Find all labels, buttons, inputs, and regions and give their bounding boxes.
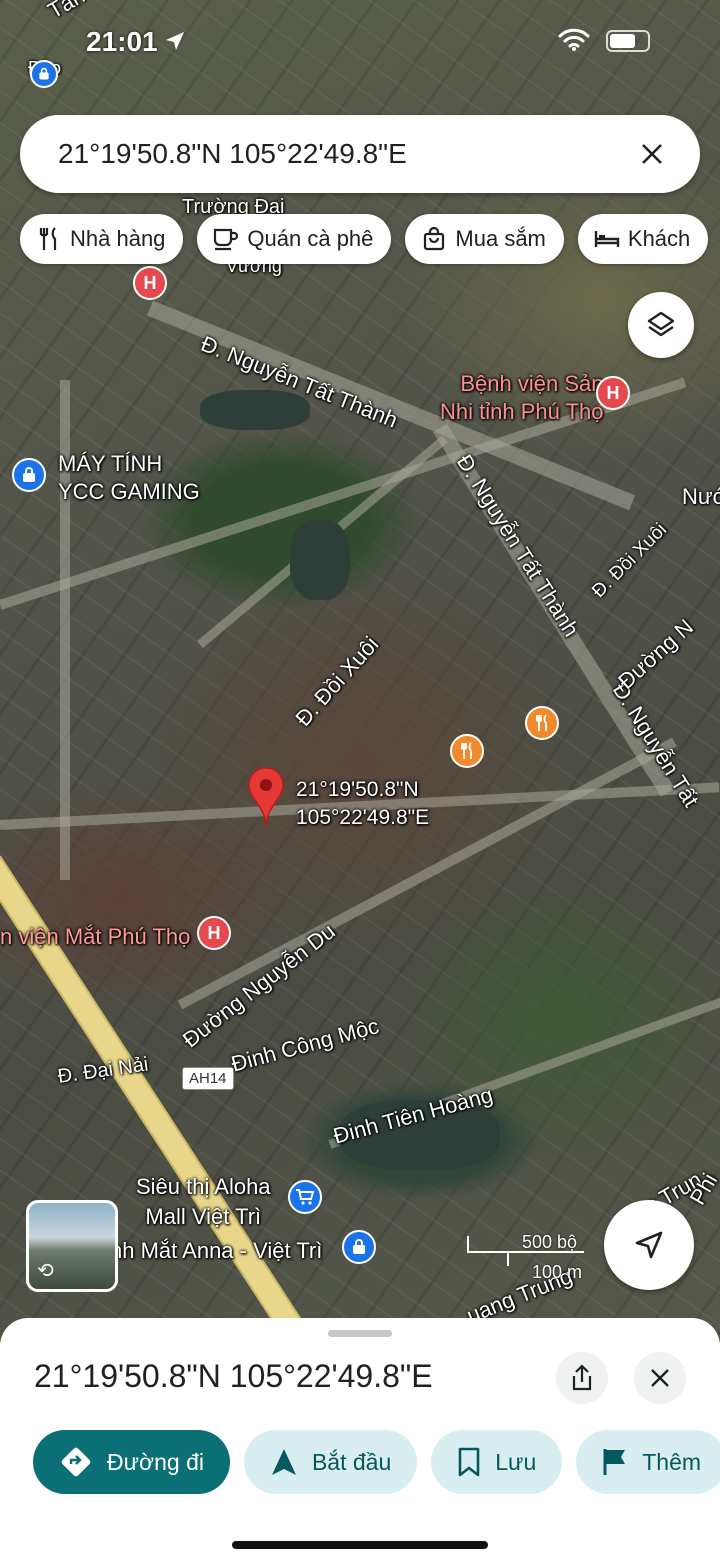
directions-icon [61,1447,91,1477]
chip-label: Nhà hàng [70,226,166,251]
map-label-road: Đ. Đồi Xuôi [588,519,672,603]
navigation-arrow-icon [271,1449,296,1475]
map-label-poi: Bệnh viện Sản Nhi tỉnh Phú Thọ [440,371,604,424]
satellite-map[interactable]: Tân Đảo Trường Đại Vương Đ. Nguyễn Tất T… [0,0,720,1374]
map-label-poi: Siêu thị Aloha Mall Việt Trì [136,1174,271,1229]
lock-bag-icon [23,467,35,482]
coffee-icon [214,228,239,251]
navigation-arrow-icon [635,1231,663,1259]
street-view-thumbnail[interactable]: ⟲ [26,1200,118,1292]
layers-button[interactable] [628,292,694,358]
fork-knife-icon [536,714,547,731]
supermarket-pin[interactable] [288,1180,322,1214]
start-label: Bắt đầu [311,1448,392,1475]
hospital-pin[interactable]: H [197,916,231,950]
bookmark-icon [458,1447,480,1477]
chip-shopping[interactable]: Mua sắm [405,214,564,264]
pond [290,520,350,600]
map-label-road: Đinh Công Mộc [228,1013,382,1077]
chip-hotels[interactable]: Khách [577,214,709,264]
directions-button[interactable]: Đường đi [33,1430,230,1494]
map-label-poi: nh Mắt Anna - Việt Trì [110,1238,323,1263]
map-label-pin-coords: 21°19'50.8"N 105°22'49.8"E [296,778,430,829]
start-button[interactable]: Bắt đầu [243,1430,418,1494]
clear-search-button[interactable] [632,134,672,174]
restaurant-pin[interactable] [525,706,559,740]
scale-top-label: 500 bộ [522,1232,578,1252]
bed-icon [594,231,620,247]
hospital-pin[interactable]: H [596,376,630,410]
chip-label: Mua sắm [455,226,546,251]
battery-icon [606,30,650,52]
layers-icon [647,311,675,337]
add-label-label: Thêm [642,1448,702,1475]
fork-knife-icon [39,227,57,250]
hospital-pin[interactable]: H [133,266,167,300]
chip-restaurants[interactable]: Nhà hàng [20,214,184,264]
directions-label: Đường đi [107,1448,204,1475]
location-arrow-icon [166,32,184,50]
chip-cafes[interactable]: Quán cà phê [197,214,392,264]
shop-pin[interactable] [30,60,58,88]
rotate-360-icon: ⟲ [37,1260,54,1282]
shop-pin[interactable] [12,458,46,492]
app-root: Tân Đảo Trường Đại Vương Đ. Nguyễn Tất T… [0,0,720,1564]
scale-bottom-label: 100 m [532,1262,583,1282]
search-query[interactable]: 21°19'50.8"N 105°22'49.8"E [58,138,632,170]
shopping-bag-icon [424,227,445,251]
add-label-button[interactable]: Thêm [576,1430,720,1494]
map-label-road: Đường N [613,614,699,694]
flag-icon [603,1449,626,1475]
sheet-drag-handle[interactable] [328,1330,392,1337]
highway-shield: AH14 [182,1067,234,1090]
home-indicator[interactable] [232,1541,488,1549]
chip-label: Khách [627,226,691,251]
cart-icon [296,1189,315,1205]
action-buttons: Đường đi Bắt đầu Lưu Thêm [33,1430,720,1494]
close-icon [642,144,662,164]
close-icon [651,1369,669,1387]
status-time: 21:01 [86,26,158,57]
category-chips: Nhà hàng Quán cà phê Mua sắm Khách [20,214,709,264]
map-label-poi: MÁY TÍNH YCC GAMING [58,451,200,504]
my-location-button[interactable] [604,1200,694,1290]
map-label: Tân [43,0,89,24]
lock-bag-icon [39,67,49,80]
save-label: Lưu [495,1448,537,1475]
place-bottom-sheet: 21°19'50.8"N 105°22'49.8"E Đường đi Bắt … [0,1318,720,1564]
share-icon [572,1364,592,1391]
map-label-poi: n viện Mắt Phú Thọ [0,924,191,949]
chip-label: Quán cà phê [247,226,374,251]
save-button[interactable]: Lưu [431,1430,563,1494]
shop-pin[interactable] [342,1230,376,1264]
map-label-road: Đ. Đồi Xuôi [290,631,384,732]
dropped-pin-icon[interactable] [246,766,286,828]
lock-bag-icon [353,1239,365,1254]
fork-knife-icon [461,742,472,759]
search-bar[interactable]: 21°19'50.8"N 105°22'49.8"E [20,115,700,193]
place-title: 21°19'50.8"N 105°22'49.8"E [34,1358,433,1394]
share-button[interactable] [556,1352,608,1404]
wifi-icon [558,28,590,51]
map-label: Nướ [682,484,720,509]
close-sheet-button[interactable] [634,1352,686,1404]
status-bar: 21:01 [0,22,720,62]
pond [200,390,310,430]
restaurant-pin[interactable] [450,734,484,768]
